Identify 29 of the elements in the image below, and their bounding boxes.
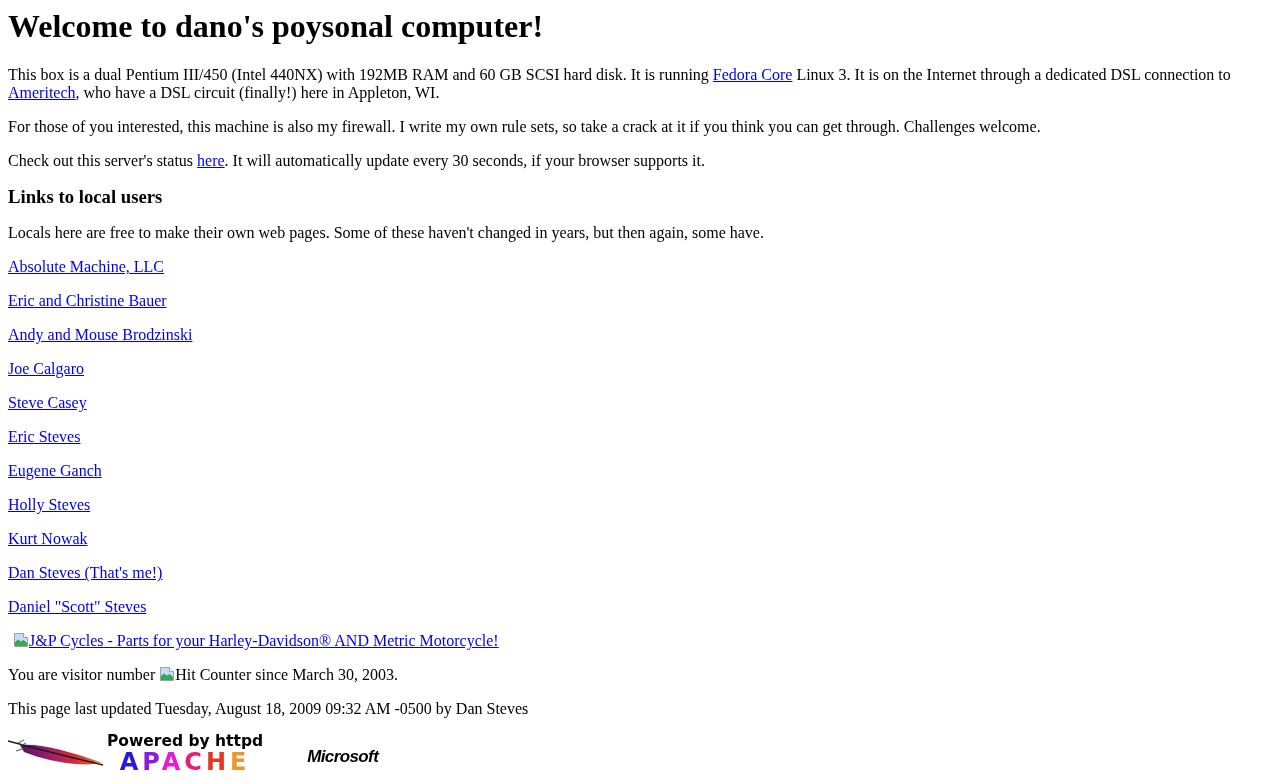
- paragraph: Check out this server's status here. It will automatically update every 30 seconds, if your browser supports it.: [8, 152, 706, 171]
- page-title: Welcome to dano's poysonal computer!: [8, 8, 545, 45]
- logo-tagline: Powered by httpd: [107, 734, 264, 750]
- link[interactable]: Ameritech: [8, 84, 76, 102]
- paragraph: This box is a dual Pentium III/450 (Intel 440NX) with 192MB RAM and 60 GB SCSI hard disk. It is running Fedora Core Linux 3. It is on the Internet through a dedicated DSL connection to Ameritech, who have a DSL circuit (finally!) here in Appleton, WI.: [8, 66, 1232, 103]
- user-link[interactable]: Eric and Christine Bauer: [8, 292, 167, 310]
- paragraph: For those of you interested, this machine is also my firewall. I write my own rule sets, so take a crack at it if you think you can get through. Challenges welcome.: [8, 118, 1042, 137]
- user-link[interactable]: Joe Calgaro: [8, 360, 84, 378]
- broken-image-icon: [159, 666, 176, 683]
- image-alt-text: Hit Counter: [175, 666, 252, 684]
- user-link[interactable]: Holly Steves: [8, 496, 91, 514]
- logo-wordmark: Microsoft: [307, 747, 379, 765]
- user-link[interactable]: Daniel "Scott" Steves: [8, 598, 147, 616]
- user-link[interactable]: Eric Steves: [8, 428, 81, 446]
- link[interactable]: Fedora Core: [712, 66, 793, 84]
- link[interactable]: here: [197, 152, 225, 170]
- section-heading: Links to local users: [8, 186, 164, 209]
- paragraph: Locals here are free to make their own web pages. Some of these haven't changed in years, but then again, some have.: [8, 224, 765, 243]
- text: since March 30, 2003.: [255, 666, 398, 684]
- paragraph: This page last updated Tuesday, August 18, 2009 09:32 AM -0500 by Dan Steves: [8, 700, 530, 719]
- user-link[interactable]: Dan Steves (That's me!): [8, 564, 163, 582]
- banner-link[interactable]: J&P Cycles - Parts for your Harley-Davidson® AND Metric Motorcycle!: [13, 632, 499, 650]
- text: You are visitor number: [8, 666, 156, 684]
- user-link[interactable]: Steve Casey: [8, 394, 87, 412]
- user-link[interactable]: Kurt Nowak: [8, 530, 88, 548]
- broken-image-icon: [13, 632, 29, 649]
- user-link[interactable]: Absolute Machine, LLC: [8, 258, 164, 276]
- user-link[interactable]: Andy and Mouse Brodzinski: [8, 326, 193, 344]
- user-link[interactable]: Eugene Ganch: [8, 462, 102, 480]
